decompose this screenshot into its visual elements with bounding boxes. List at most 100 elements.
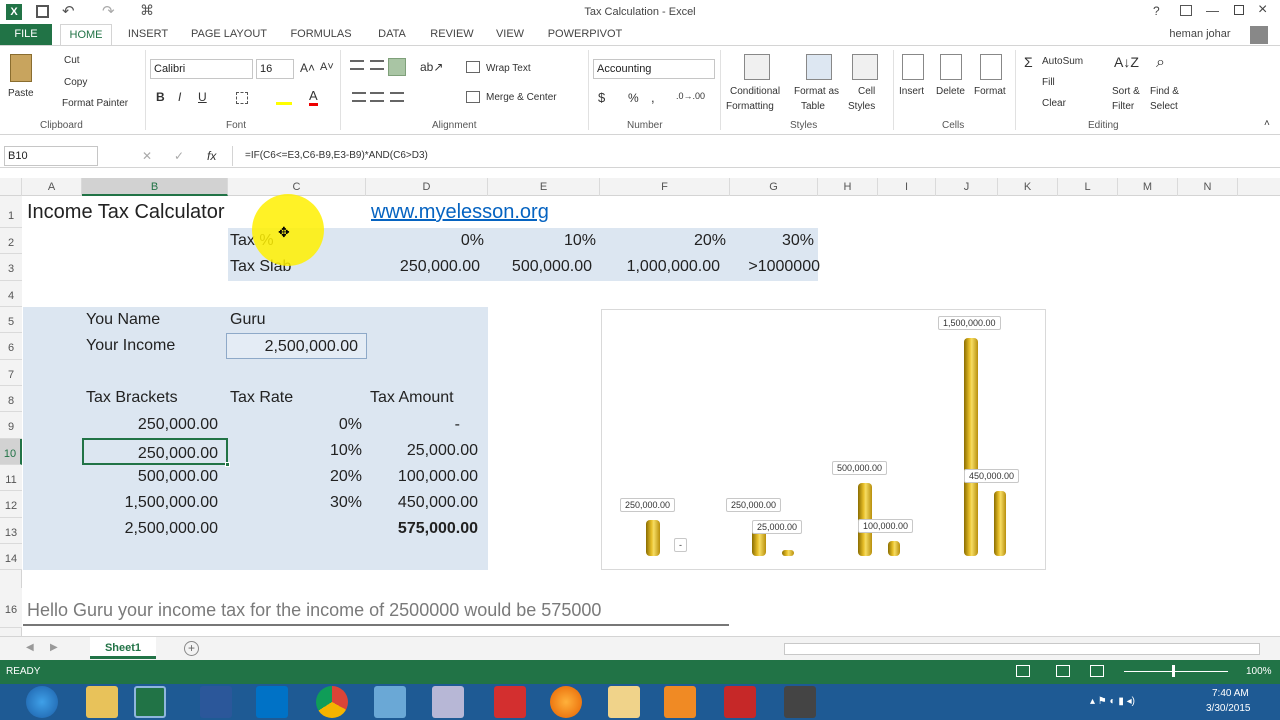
chart-bar-income[interactable] — [646, 519, 660, 556]
col-header[interactable]: N — [1178, 178, 1238, 196]
firefox-taskbar-icon[interactable] — [550, 686, 582, 718]
row-header[interactable]: 10 — [0, 439, 22, 465]
right-align-icon[interactable] — [390, 92, 404, 102]
find-select-label-2[interactable]: Select — [1150, 101, 1178, 112]
font-size-select[interactable]: 16 — [256, 59, 294, 79]
format-cells-button[interactable]: Format — [974, 86, 1006, 97]
select-all-corner[interactable] — [0, 178, 22, 196]
comma-button[interactable]: , — [651, 90, 655, 105]
collapse-ribbon-icon[interactable]: ˄ — [1264, 118, 1270, 129]
name-box[interactable]: B10 — [4, 146, 98, 166]
app-taskbar-icon[interactable] — [608, 686, 640, 718]
tab-review[interactable]: REVIEW — [426, 24, 478, 45]
tab-view[interactable]: VIEW — [490, 24, 530, 45]
autosum-button[interactable]: AutoSum — [1042, 56, 1083, 67]
tab-file[interactable]: FILE — [0, 24, 52, 45]
start-button-icon[interactable] — [26, 686, 58, 718]
page-layout-view-icon[interactable] — [1056, 665, 1070, 677]
ribbon-display-icon[interactable] — [1180, 5, 1192, 16]
increase-decimal-button[interactable]: .0→.00 — [676, 91, 705, 101]
col-header[interactable]: A — [22, 178, 82, 196]
tab-powerpivot[interactable]: POWERPIVOT — [544, 24, 626, 45]
amount-cell[interactable]: 100,000.00 — [366, 468, 478, 486]
format-as-table-label-1[interactable]: Format as — [794, 86, 839, 97]
clock-date[interactable]: 3/30/2015 — [1206, 703, 1251, 714]
row-header[interactable]: 1 — [0, 196, 22, 228]
formula-input[interactable]: =IF(C6<=E3,C6-B9,E3-B9)*AND(C6>D3) — [232, 146, 1272, 166]
paste-icon[interactable] — [10, 54, 32, 82]
col-header[interactable]: H — [818, 178, 878, 196]
insert-function-icon[interactable]: fx — [207, 149, 216, 163]
format-as-table-label-2[interactable]: Table — [801, 101, 825, 112]
chrome-taskbar-icon[interactable] — [316, 686, 348, 718]
undo-icon[interactable]: ↶ — [62, 2, 75, 20]
grow-font-icon[interactable]: A˄ — [300, 61, 315, 75]
number-format-select[interactable]: Accounting — [593, 59, 715, 79]
rate-cell[interactable]: 10% — [228, 442, 362, 460]
copy-button[interactable]: Copy — [64, 77, 87, 88]
income-input[interactable]: 2,500,000.00 — [226, 333, 367, 359]
save-icon[interactable] — [36, 5, 49, 18]
bracket-cell-selected[interactable]: 250,000.00 — [82, 438, 228, 465]
restore-button[interactable] — [1234, 5, 1244, 15]
amount-cell[interactable]: - — [366, 416, 460, 434]
word-taskbar-icon[interactable] — [200, 686, 232, 718]
add-sheet-icon[interactable]: + — [184, 641, 199, 656]
shrink-font-icon[interactable]: A˅ — [320, 61, 334, 73]
row-header[interactable]: 16 — [0, 588, 22, 628]
format-painter-qat-icon[interactable]: ⌘ — [140, 2, 154, 19]
user-avatar[interactable] — [1250, 26, 1268, 44]
chart-bar-tax[interactable] — [994, 490, 1006, 556]
currency-button[interactable]: $ — [598, 90, 605, 105]
tab-page-layout[interactable]: PAGE LAYOUT — [188, 24, 270, 45]
file-explorer-icon[interactable] — [86, 686, 118, 718]
bracket-cell[interactable]: 250,000.00 — [82, 416, 218, 434]
merge-center-button[interactable]: Merge & Center — [486, 92, 557, 103]
horizontal-scrollbar[interactable] — [784, 643, 1260, 655]
row-header[interactable]: 5 — [0, 307, 22, 333]
col-header[interactable]: F — [600, 178, 730, 196]
tab-insert[interactable]: INSERT — [122, 24, 174, 45]
conditional-formatting-label-1[interactable]: Conditional — [730, 86, 780, 97]
zoom-slider-thumb[interactable] — [1172, 665, 1175, 677]
col-header[interactable]: D — [366, 178, 488, 196]
tab-home[interactable]: HOME — [60, 24, 112, 45]
chart-bar-income[interactable] — [964, 338, 978, 556]
chart-bar-tax[interactable] — [888, 541, 900, 556]
zoom-slider[interactable] — [1124, 671, 1228, 672]
paste-button[interactable]: Paste — [8, 88, 34, 99]
col-header[interactable]: M — [1118, 178, 1178, 196]
page-break-view-icon[interactable] — [1090, 665, 1104, 677]
zoom-level[interactable]: 100% — [1246, 666, 1272, 677]
col-header[interactable]: J — [936, 178, 998, 196]
amount-cell[interactable]: 450,000.00 — [366, 494, 478, 512]
find-select-label-1[interactable]: Find & — [1150, 86, 1179, 97]
row-header[interactable]: 4 — [0, 281, 22, 307]
row-header[interactable]: 11 — [0, 465, 22, 491]
help-button[interactable]: ? — [1153, 4, 1160, 18]
top-align-icon[interactable] — [350, 60, 364, 70]
sheet-tab-active[interactable]: Sheet1 — [90, 637, 156, 659]
center-align-icon[interactable] — [370, 92, 384, 102]
fill-button[interactable]: Fill — [1042, 77, 1055, 88]
col-header[interactable]: G — [730, 178, 818, 196]
next-sheet-icon[interactable]: ▶ — [50, 642, 58, 653]
cut-button[interactable]: Cut — [64, 55, 80, 66]
tax-chart[interactable]: 250,000.00 250,000.00 500,000.00 1,500,000.… — [601, 309, 1046, 570]
row-header[interactable]: 7 — [0, 360, 22, 386]
insert-cells-button[interactable]: Insert — [899, 86, 924, 97]
rate-cell[interactable]: 20% — [228, 468, 362, 486]
minimize-button[interactable]: — — [1206, 3, 1219, 18]
app-taskbar-icon[interactable] — [724, 686, 756, 718]
orientation-icon[interactable]: ab↗ — [420, 60, 443, 74]
row-header[interactable]: 3 — [0, 254, 22, 281]
rate-cell[interactable]: 30% — [228, 494, 362, 512]
font-color-icon[interactable]: A — [309, 88, 318, 106]
conditional-formatting-label-2[interactable]: Formatting — [726, 101, 774, 112]
media-player-taskbar-icon[interactable] — [664, 686, 696, 718]
col-header[interactable]: K — [998, 178, 1058, 196]
tray-icons[interactable]: ▴ ⚑ ◐ ▮ ◂) — [1090, 696, 1135, 707]
format-painter-button[interactable]: Format Painter — [62, 98, 128, 109]
tab-data[interactable]: DATA — [370, 24, 414, 45]
total-amount-cell[interactable]: 575,000.00 — [366, 520, 478, 538]
